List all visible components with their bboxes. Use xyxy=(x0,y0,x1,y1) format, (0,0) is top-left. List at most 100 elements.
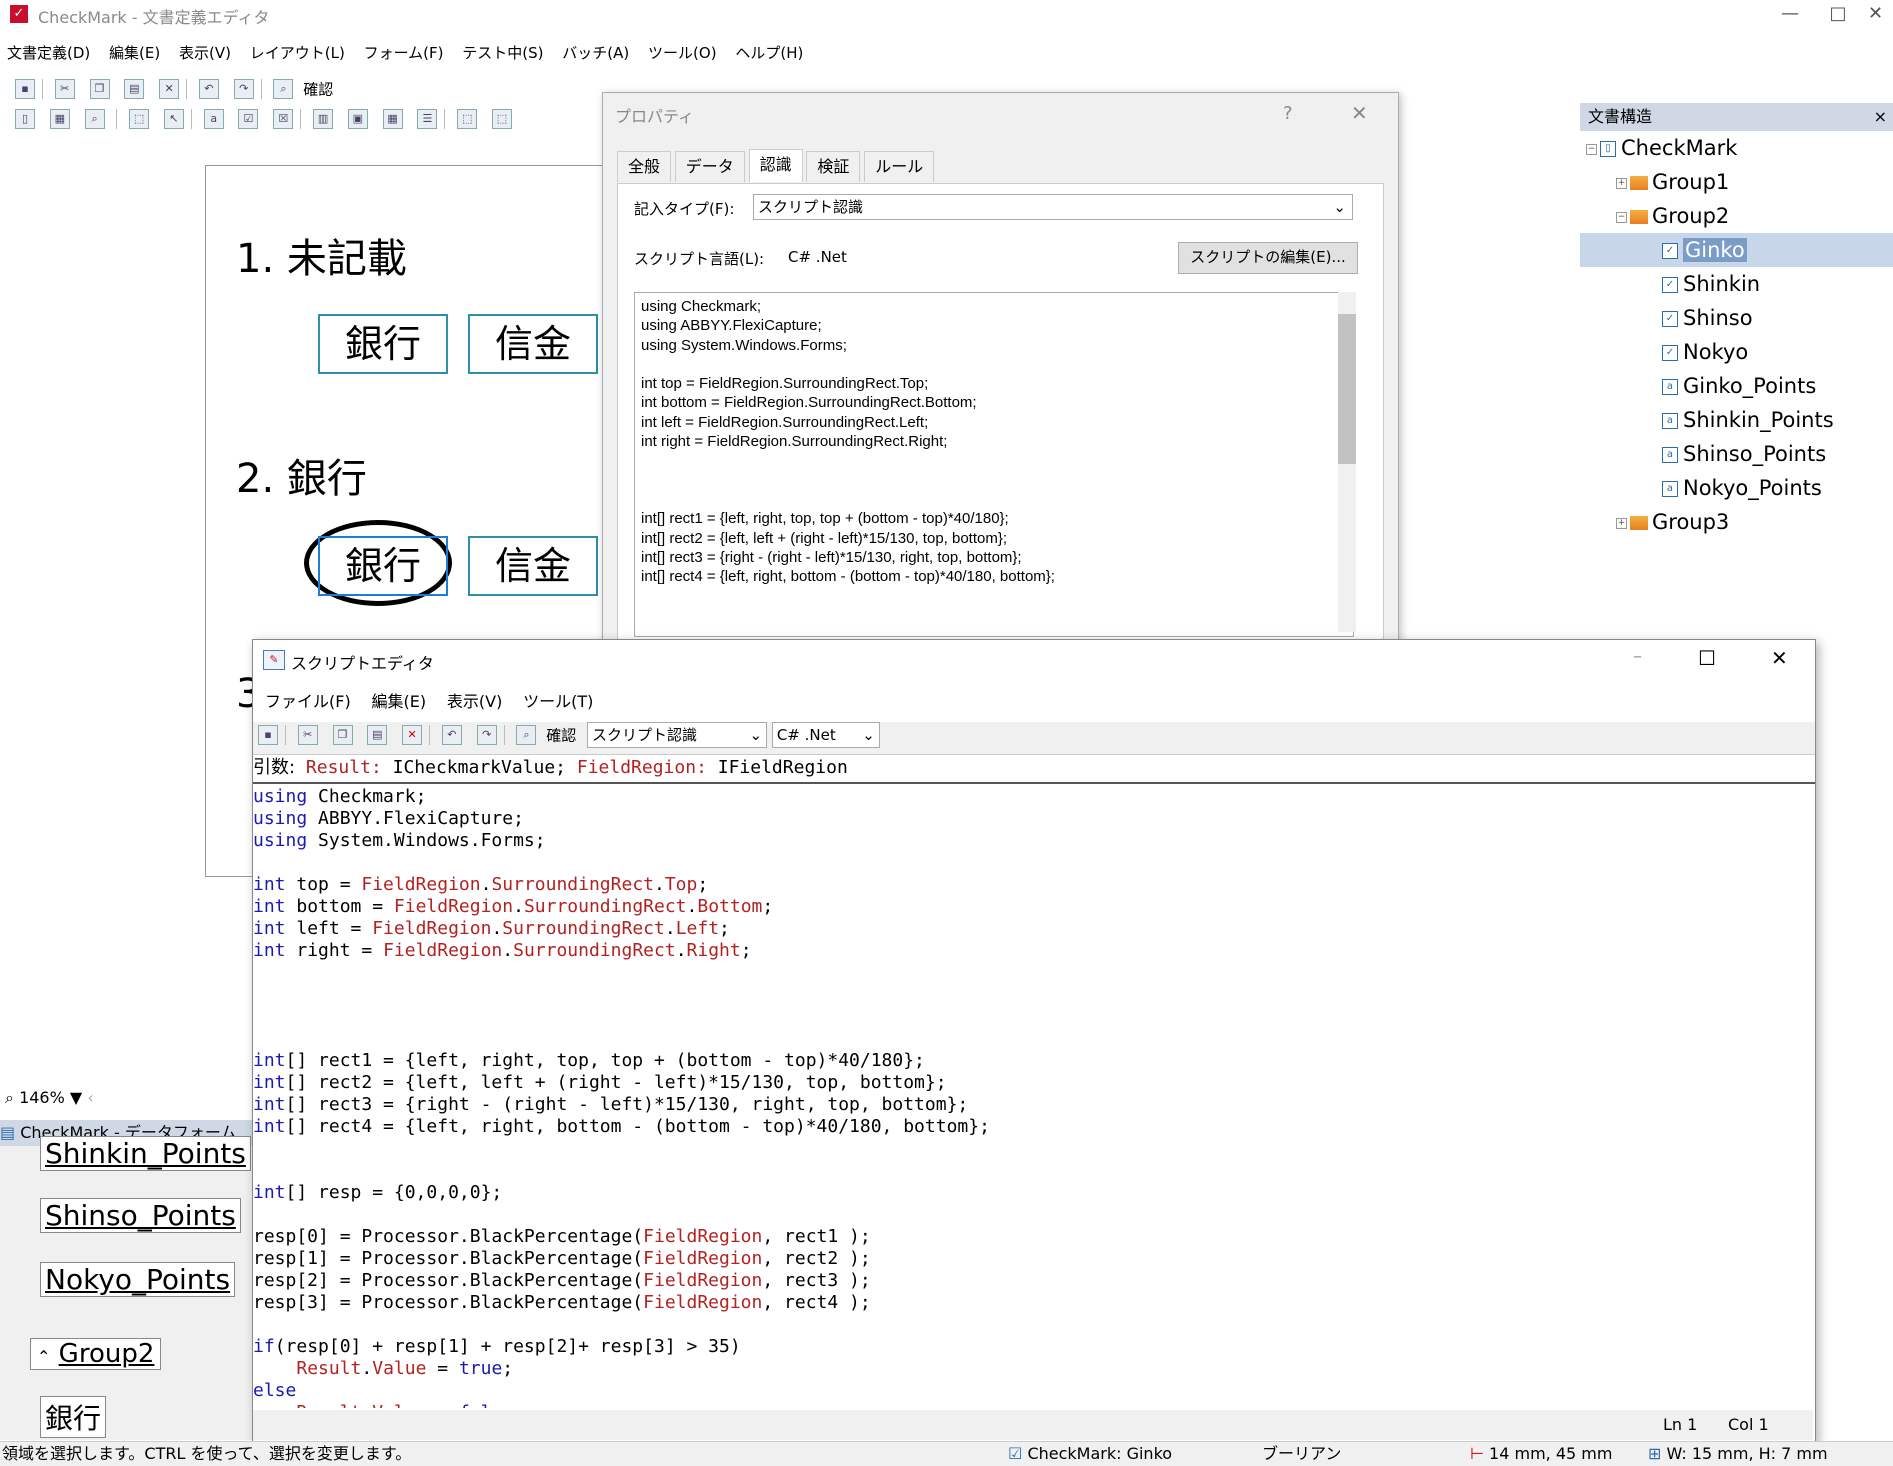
tab-data[interactable]: データ xyxy=(674,151,745,182)
cut-icon[interactable]: ✂ xyxy=(54,79,75,99)
se-mode-select[interactable]: スクリプト認識 ⌄ xyxy=(587,722,768,748)
tree-item-ginko[interactable]: ✓ Ginko xyxy=(1580,233,1893,267)
se-menu-tools[interactable]: ツール(T) xyxy=(515,688,601,716)
menu-batch[interactable]: バッチ(A) xyxy=(555,40,636,66)
delete-icon[interactable]: ✕ xyxy=(159,79,180,99)
se-menu-edit[interactable]: 編集(E) xyxy=(363,688,434,716)
menu-document[interactable]: 文書定義(D) xyxy=(0,40,97,66)
cut-icon[interactable]: ✂ xyxy=(297,725,318,745)
redo-icon[interactable]: ↷ xyxy=(476,725,497,745)
label-shinkin-points: Shinkin_Points xyxy=(40,1136,251,1171)
close-dialog-button[interactable]: ✕ xyxy=(1351,101,1368,125)
scroll-left-icon[interactable]: ‹ xyxy=(87,1088,93,1107)
script-preview[interactable]: using Checkmark; using ABBYY.FlexiCaptur… xyxy=(634,292,1354,637)
tab-validation[interactable]: 検証 xyxy=(806,151,861,182)
box-bank-2[interactable]: 銀行 xyxy=(318,536,448,596)
select-region-icon[interactable]: ⬚ xyxy=(129,109,150,129)
tree-item-shinkin-points[interactable]: a Shinkin_Points xyxy=(1580,403,1893,437)
undo-icon[interactable]: ↶ xyxy=(198,79,219,99)
menu-form[interactable]: フォーム(F) xyxy=(357,40,451,66)
tree-group1[interactable]: + Group1 xyxy=(1580,165,1893,199)
text-field-icon[interactable]: a xyxy=(203,109,224,129)
se-confirm-button[interactable]: 確認 xyxy=(546,727,576,745)
form-icon[interactable]: ▦ xyxy=(49,109,70,129)
box-shinkin-2[interactable]: 信金 xyxy=(468,536,598,596)
table-icon[interactable]: ▦ xyxy=(382,109,403,129)
menu-help[interactable]: ヘルプ(H) xyxy=(728,40,810,66)
properties-tabs: 全般 データ 認識 検証 ルール xyxy=(617,149,935,183)
tree-item-shinso-points[interactable]: a Shinso_Points xyxy=(1580,437,1893,471)
se-menu-file[interactable]: ファイル(F) xyxy=(257,688,359,716)
menu-layout[interactable]: レイアウト(L) xyxy=(243,40,352,66)
menu-tools[interactable]: ツール(O) xyxy=(641,40,724,66)
search-icon[interactable]: ⌕ xyxy=(84,109,105,129)
se-minimize-button[interactable]: – xyxy=(1633,646,1642,667)
paste-icon[interactable]: ▤ xyxy=(124,79,145,99)
copy-icon[interactable]: ❐ xyxy=(89,79,110,99)
group2-collapse[interactable]: ⌃ Group2 xyxy=(30,1338,162,1370)
tree-item-nokyo-points[interactable]: a Nokyo_Points xyxy=(1580,471,1893,505)
page-icon[interactable]: ▯ xyxy=(15,109,35,129)
menu-edit[interactable]: 編集(E) xyxy=(102,40,167,66)
picture-icon[interactable]: ▣ xyxy=(347,109,368,129)
checkbox-icon[interactable]: ☑ xyxy=(238,109,259,129)
collapse-icon[interactable]: − xyxy=(1616,211,1627,223)
tree-item-shinkin[interactable]: ✓ Shinkin xyxy=(1580,267,1893,301)
menu-test[interactable]: テスト中(S) xyxy=(455,40,550,66)
menu-view[interactable]: 表示(V) xyxy=(172,40,238,66)
text-field-icon: a xyxy=(1662,447,1678,463)
edit-script-button[interactable]: スクリプトの編集(E)... xyxy=(1178,242,1358,274)
barcode-icon[interactable]: ▥ xyxy=(313,109,334,129)
maximize-window-button[interactable]: □ xyxy=(1818,0,1858,30)
lines-icon[interactable]: ☰ xyxy=(417,109,438,129)
structure-header: 文書構造 × xyxy=(1580,103,1893,131)
tree-item-ginko-points[interactable]: a Ginko_Points xyxy=(1580,369,1893,403)
save-icon[interactable]: ▪ xyxy=(15,79,35,99)
tab-recognition[interactable]: 認識 xyxy=(748,149,803,182)
window-title: CheckMark - 文書定義エディタ xyxy=(38,8,270,27)
tree-item-label: Nokyo xyxy=(1683,340,1749,364)
tab-rules[interactable]: ルール xyxy=(864,151,935,182)
document-structure-pane: 文書構造 × − ▯ CheckMark + Group1 − Group2 ✓ Gink… xyxy=(1580,103,1893,643)
separator xyxy=(444,109,446,129)
vertical-scrollbar[interactable] xyxy=(1338,292,1356,632)
close-pane-button[interactable]: × xyxy=(1874,103,1887,131)
expand-icon[interactable]: + xyxy=(1616,517,1627,529)
se-lang-select[interactable]: C# .Net ⌄ xyxy=(771,722,880,748)
minimize-window-icon[interactable]: — xyxy=(1760,0,1820,30)
tree-group2[interactable]: − Group2 xyxy=(1580,199,1893,233)
se-maximize-button[interactable]: ☐ xyxy=(1698,646,1716,670)
help-button[interactable]: ? xyxy=(1283,103,1293,124)
region-icon[interactable]: ⬚ xyxy=(457,109,478,129)
pointer-icon[interactable]: ↖ xyxy=(163,109,184,129)
se-close-button[interactable]: ✕ xyxy=(1771,646,1788,670)
scroll-thumb[interactable] xyxy=(1338,314,1356,464)
entry-type-select[interactable]: スクリプト認識 ⌄ xyxy=(753,194,1353,220)
tree-root[interactable]: − ▯ CheckMark xyxy=(1580,131,1893,165)
chevron-down-icon[interactable]: ▼ xyxy=(70,1088,82,1107)
check-icon[interactable]: ⌕ xyxy=(273,79,294,99)
tab-general[interactable]: 全般 xyxy=(617,151,672,182)
checkmark-group-icon[interactable]: ☒ xyxy=(273,109,294,129)
paste-icon[interactable]: ▤ xyxy=(367,725,388,745)
close-window-button[interactable]: ✕ xyxy=(1858,0,1893,30)
region2-icon[interactable]: ⬚ xyxy=(491,109,512,129)
confirm-button[interactable]: 確認 xyxy=(303,81,333,99)
code-editor[interactable]: using Checkmark; using ABBYY.FlexiCaptur… xyxy=(253,786,1813,1408)
zoom-control[interactable]: ⌕ 146% ▼ ‹ xyxy=(5,1088,94,1108)
check-icon[interactable]: ⌕ xyxy=(516,725,537,745)
tree-item-nokyo[interactable]: ✓ Nokyo xyxy=(1580,335,1893,369)
copy-icon[interactable]: ❐ xyxy=(332,725,353,745)
collapse-icon[interactable]: − xyxy=(1586,143,1597,155)
tree-group3[interactable]: + Group3 xyxy=(1580,505,1893,539)
redo-icon[interactable]: ↷ xyxy=(233,79,254,99)
save-icon[interactable]: ▪ xyxy=(258,725,278,745)
delete-icon[interactable]: ✕ xyxy=(402,725,423,745)
se-menu-view[interactable]: 表示(V) xyxy=(439,688,510,716)
box-shinkin-1[interactable]: 信金 xyxy=(468,314,598,374)
undo-icon[interactable]: ↶ xyxy=(441,725,462,745)
box-bank-1[interactable]: 銀行 xyxy=(318,314,448,374)
text-field-icon: a xyxy=(1662,481,1678,497)
tree-item-shinso[interactable]: ✓ Shinso xyxy=(1580,301,1893,335)
expand-icon[interactable]: + xyxy=(1616,177,1627,189)
